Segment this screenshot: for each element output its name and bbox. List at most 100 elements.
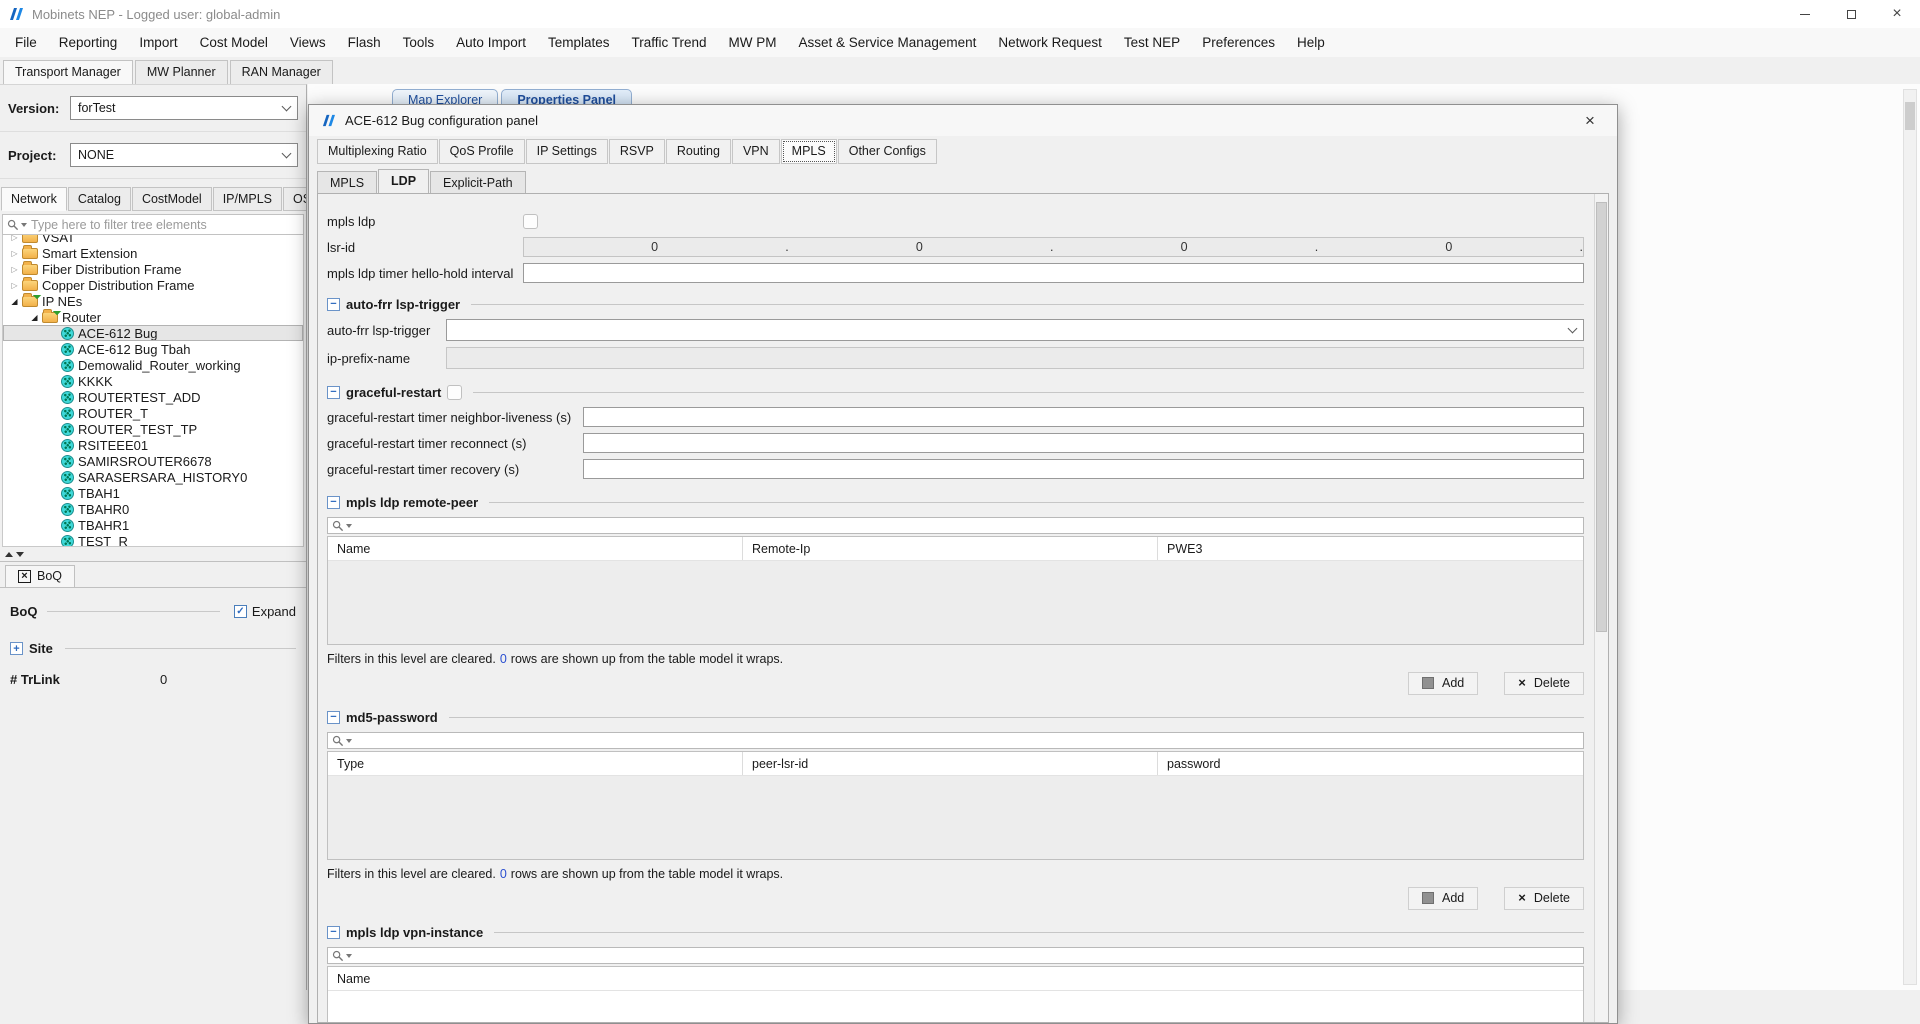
sidebar-tab-ip-mpls[interactable]: IP/MPLS xyxy=(213,187,282,211)
expander-icon[interactable] xyxy=(7,265,22,274)
collapse-icon[interactable] xyxy=(327,496,340,509)
tab-boq[interactable]: BoQ xyxy=(5,565,75,587)
menu-file[interactable]: File xyxy=(4,28,48,57)
column-header-name[interactable]: Name xyxy=(328,537,743,560)
tab-mw-planner[interactable]: MW Planner xyxy=(135,60,228,84)
expander-icon[interactable] xyxy=(7,235,22,242)
close-icon[interactable] xyxy=(18,570,31,583)
lsr-id-octet[interactable]: 0 xyxy=(1054,240,1315,254)
sidebar-tab-catalog[interactable]: Catalog xyxy=(68,187,131,211)
lsr-id-octet[interactable]: 0 xyxy=(789,240,1050,254)
collapse-icon[interactable] xyxy=(327,386,340,399)
tree-item-samirsrouter6678[interactable]: SAMIRSROUTER6678 xyxy=(3,453,303,469)
menu-preferences[interactable]: Preferences xyxy=(1191,28,1286,57)
tab-vpn[interactable]: VPN xyxy=(732,139,780,164)
subtab-mpls[interactable]: MPLS xyxy=(317,171,377,194)
splitter-down-icon[interactable] xyxy=(16,552,24,557)
tree-filter-input[interactable] xyxy=(29,217,299,233)
remote-peer-search[interactable] xyxy=(327,517,1584,534)
tab-ip-settings[interactable]: IP Settings xyxy=(526,139,608,164)
maximize-button[interactable] xyxy=(1828,0,1874,28)
menu-traffic-trend[interactable]: Traffic Trend xyxy=(620,28,717,57)
tree-item-ace-612-bug[interactable]: ACE-612 Bug xyxy=(3,325,303,341)
collapse-icon[interactable] xyxy=(327,926,340,939)
menu-asset-service-management[interactable]: Asset & Service Management xyxy=(788,28,988,57)
close-button[interactable] xyxy=(1874,0,1920,28)
search-options-caret-icon[interactable] xyxy=(21,223,27,227)
tree-item-router[interactable]: Router xyxy=(3,309,303,325)
menu-test-nep[interactable]: Test NEP xyxy=(1113,28,1191,57)
menu-cost-model[interactable]: Cost Model xyxy=(189,28,279,57)
column-header-password[interactable]: password xyxy=(1158,752,1583,775)
expander-icon[interactable] xyxy=(27,313,42,322)
dialog-scrollbar[interactable] xyxy=(1594,194,1608,1022)
sidebar-tab-osp-manager[interactable]: OSP Man xyxy=(283,187,306,211)
column-header-type[interactable]: Type xyxy=(328,752,743,775)
tree-item-tbah1[interactable]: TBAH1 xyxy=(3,485,303,501)
tab-transport-manager[interactable]: Transport Manager xyxy=(3,60,133,85)
menu-templates[interactable]: Templates xyxy=(537,28,621,57)
tab-mpls[interactable]: MPLS xyxy=(781,139,837,164)
expander-icon[interactable] xyxy=(7,297,22,306)
tab-multiplexing-ratio[interactable]: Multiplexing Ratio xyxy=(317,139,438,164)
subtab-explicit-path[interactable]: Explicit-Path xyxy=(430,171,525,194)
tree-item-ip-nes[interactable]: IP NEs xyxy=(3,293,303,309)
hello-hold-input[interactable] xyxy=(523,263,1584,283)
scrollbar-thumb[interactable] xyxy=(1596,202,1607,632)
tree-item-rsiteee01[interactable]: RSITEEE01 xyxy=(3,437,303,453)
tree-item-routertest-add[interactable]: ROUTERTEST_ADD xyxy=(3,389,303,405)
lsr-id-field[interactable]: 0 0 0 0 xyxy=(523,237,1584,257)
mpls-ldp-checkbox[interactable] xyxy=(523,214,538,229)
neighbor-liveness-input[interactable] xyxy=(583,407,1584,427)
menu-help[interactable]: Help xyxy=(1286,28,1336,57)
column-header-name[interactable]: Name xyxy=(328,967,1583,990)
tree-item-router-t[interactable]: ROUTER_T xyxy=(3,405,303,421)
tree-item-kkkk[interactable]: KKKK xyxy=(3,373,303,389)
delete-button[interactable]: Delete xyxy=(1504,672,1584,695)
column-header-pwe3[interactable]: PWE3 xyxy=(1158,537,1583,560)
column-header-remote-ip[interactable]: Remote-Ip xyxy=(743,537,1158,560)
tab-ran-manager[interactable]: RAN Manager xyxy=(230,60,333,84)
tree-item-ace-612-bug-tbah[interactable]: ACE-612 Bug Tbah xyxy=(3,341,303,357)
lsp-trigger-combobox[interactable] xyxy=(446,319,1584,341)
menu-flash[interactable]: Flash xyxy=(337,28,392,57)
tree-item-vsat[interactable]: VSAT xyxy=(3,235,303,245)
collapse-icon[interactable] xyxy=(327,298,340,311)
scrollbar-thumb[interactable] xyxy=(1905,102,1915,130)
tree-item-copper-distribution-frame[interactable]: Copper Distribution Frame xyxy=(3,277,303,293)
sidebar-tab-network[interactable]: Network xyxy=(1,187,67,211)
search-icon[interactable] xyxy=(7,219,19,231)
tree-item-demowalid-router-working[interactable]: Demowalid_Router_working xyxy=(3,357,303,373)
tab-routing[interactable]: Routing xyxy=(666,139,731,164)
expander-icon[interactable] xyxy=(7,249,22,258)
delete-button[interactable]: Delete xyxy=(1504,887,1584,910)
graceful-restart-checkbox[interactable] xyxy=(447,385,462,400)
add-button[interactable]: Add xyxy=(1408,672,1478,695)
recovery-input[interactable] xyxy=(583,459,1584,479)
menu-mw-pm[interactable]: MW PM xyxy=(718,28,788,57)
tree-item-fiber-distribution-frame[interactable]: Fiber Distribution Frame xyxy=(3,261,303,277)
splitter-up-icon[interactable] xyxy=(5,552,13,557)
tree-item-router-test-tp[interactable]: ROUTER_TEST_TP xyxy=(3,421,303,437)
panel-splitter[interactable] xyxy=(0,547,306,561)
lsr-id-octet[interactable]: 0 xyxy=(1318,240,1579,254)
menu-reporting[interactable]: Reporting xyxy=(48,28,129,57)
column-header-peer-lsr-id[interactable]: peer-lsr-id xyxy=(743,752,1158,775)
tree-item-tbahr1[interactable]: TBAHR1 xyxy=(3,517,303,533)
reconnect-input[interactable] xyxy=(583,433,1584,453)
md5-search[interactable] xyxy=(327,732,1584,749)
minimize-button[interactable] xyxy=(1782,0,1828,28)
sidebar-tab-costmodel[interactable]: CostModel xyxy=(132,187,212,211)
dialog-title-bar[interactable]: ACE-612 Bug configuration panel xyxy=(309,105,1617,136)
add-button[interactable]: Add xyxy=(1408,887,1478,910)
tree-item-tbahr0[interactable]: TBAHR0 xyxy=(3,501,303,517)
tree-item-sarasersara-history0[interactable]: SARASERSARA_HISTORY0 xyxy=(3,469,303,485)
workspace-scrollbar[interactable] xyxy=(1903,89,1917,985)
menu-tools[interactable]: Tools xyxy=(392,28,446,57)
lsr-id-octet[interactable]: 0 xyxy=(524,240,785,254)
project-select[interactable]: NONE xyxy=(70,143,298,167)
tree-item-smart-extension[interactable]: Smart Extension xyxy=(3,245,303,261)
tree-item-test-r[interactable]: TEST_R xyxy=(3,533,303,547)
expand-site-icon[interactable] xyxy=(10,642,23,655)
expander-icon[interactable] xyxy=(7,281,22,290)
